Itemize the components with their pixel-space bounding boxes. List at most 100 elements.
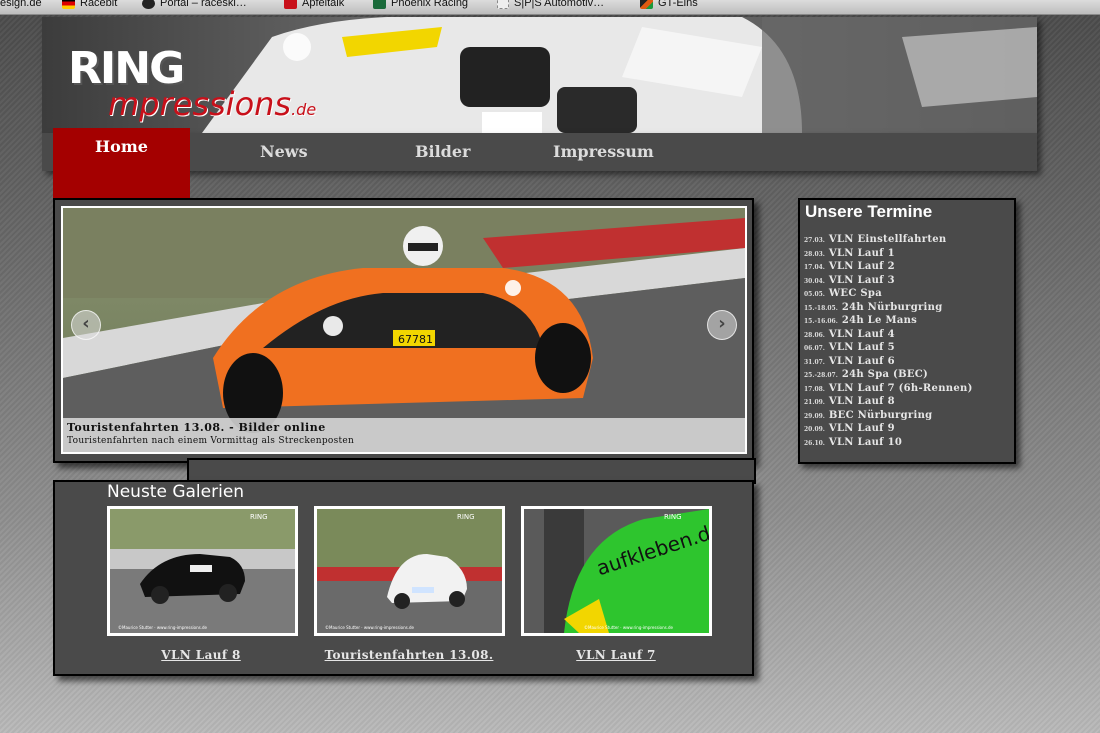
bookmark-label: S|P|S Automotiv… xyxy=(514,0,605,9)
list-item: 05.05. WEC Spa xyxy=(804,287,1010,301)
galleries-title: Neuste Galerien xyxy=(107,482,245,502)
gallery-photo: RING ©Maurice Stutter · www.ring-impress… xyxy=(317,509,502,633)
list-item: 28.06. VLN Lauf 4 xyxy=(804,328,1010,342)
termin-event: VLN Lauf 3 xyxy=(828,274,895,286)
nav-bilder[interactable]: Bilder xyxy=(415,133,470,171)
termin-date: 05.05. xyxy=(804,291,825,298)
thumb-watermark: ©Maurice Stutter · www.ring-impressions.… xyxy=(118,625,208,630)
termin-event: VLN Lauf 6 xyxy=(828,355,895,367)
chevron-left-icon: ‹ xyxy=(82,313,90,334)
list-item: 27.03. VLN Einstellfahrten xyxy=(804,233,1010,247)
termin-event: VLN Lauf 10 xyxy=(828,436,903,448)
list-item: 30.04. VLN Lauf 3 xyxy=(804,274,1010,288)
termine-panel: Unsere Termine 27.03. VLN Einstellfahrten… xyxy=(798,198,1016,464)
galleries-panel: Neuste Galerien RING ©Maurice Stutter · … xyxy=(53,480,754,676)
termin-event: 24h Le Mans xyxy=(841,315,918,326)
list-item: 31.07. VLN Lauf 6 xyxy=(804,355,1010,369)
termin-date: 28.03. xyxy=(804,250,825,258)
bookmark-racebit[interactable]: Racebit xyxy=(62,0,117,9)
termine-list: 27.03. VLN Einstellfahrten 28.03. VLN Lauf… xyxy=(804,233,1010,449)
gallery-thumb-vln-lauf-7[interactable]: aufkleben.de RING ©Maurice Stutter · www… xyxy=(521,506,712,636)
slide-image[interactable]: 67781 ‹ › Touristenfahrten 13.08. - Bild… xyxy=(61,206,747,454)
termin-date: 27.03. xyxy=(804,237,825,244)
slide-caption-title[interactable]: Touristenfahrten 13.08. - Bilder online xyxy=(67,421,326,434)
site-logo[interactable]: RING mpressions.de xyxy=(68,47,398,125)
termin-event: BEC Nürburgring xyxy=(828,409,933,421)
featured-slider: 67781 ‹ › Touristenfahrten 13.08. - Bild… xyxy=(53,198,754,463)
german-flag-icon xyxy=(62,0,75,9)
page-icon xyxy=(497,0,509,9)
list-item: 26.10. VLN Lauf 10 xyxy=(804,436,1010,450)
gallery-link-touristenfahrten[interactable]: Touristenfahrten 13.08. xyxy=(309,648,509,662)
main-nav: News Bilder Impressum xyxy=(42,133,1037,171)
thumb-logo: RING xyxy=(250,513,268,521)
termin-date: 15.-18.05. xyxy=(804,304,838,312)
gallery-link-vln-lauf-7[interactable]: VLN Lauf 7 xyxy=(516,648,716,662)
termin-event: VLN Lauf 7 (6h-Rennen) xyxy=(828,382,973,394)
bookmark-sps-automotive[interactable]: S|P|S Automotiv… xyxy=(497,0,604,9)
bookmark-gt-eins[interactable]: GT-Eins xyxy=(640,0,698,9)
bookmark-portal[interactable]: Portal – raceski… xyxy=(142,0,247,9)
termin-event: VLN Lauf 5 xyxy=(828,342,895,353)
thumb-logo: RING xyxy=(664,513,682,521)
gallery-thumb-vln-lauf-8[interactable]: RING ©Maurice Stutter · www.ring-impress… xyxy=(107,506,298,636)
termin-event: VLN Lauf 2 xyxy=(828,261,895,272)
thumb-watermark: ©Maurice Stutter · www.ring-impressions.… xyxy=(584,625,674,630)
termin-event: VLN Lauf 8 xyxy=(828,396,895,407)
gallery-link-vln-lauf-8[interactable]: VLN Lauf 8 xyxy=(101,648,301,662)
bookmark-label: Portal – raceski… xyxy=(160,0,247,9)
logo-tld: .de xyxy=(291,100,317,119)
termin-event: VLN Lauf 9 xyxy=(828,423,895,434)
list-item: 06.07. VLN Lauf 5 xyxy=(804,341,1010,355)
termin-date: 30.04. xyxy=(804,277,825,285)
nav-home[interactable]: Home xyxy=(53,128,190,198)
list-item: 20.09. VLN Lauf 9 xyxy=(804,422,1010,436)
bookmark-label: Racebit xyxy=(80,0,118,9)
bookmark-apfeltalk[interactable]: Apfeltalk xyxy=(284,0,344,9)
gallery-photo: RING ©Maurice Stutter · www.ring-impress… xyxy=(110,509,295,633)
bookmarks-bar: esign.de Racebit Portal – raceski… Apfel… xyxy=(0,0,1100,15)
chevron-right-icon: › xyxy=(718,313,726,334)
slider-prev-button[interactable]: ‹ xyxy=(71,310,101,340)
site-header: RING mpressions.de xyxy=(42,17,1037,133)
bookmark-label: esign.de xyxy=(0,0,42,9)
flame-icon xyxy=(640,0,653,9)
termin-event: VLN Lauf 1 xyxy=(828,247,895,259)
termin-event: VLN Einstellfahrten xyxy=(828,234,947,245)
thumb-logo: RING xyxy=(457,513,475,521)
license-plate: 67781 xyxy=(398,333,433,346)
bookmark-esign[interactable]: esign.de xyxy=(0,0,42,9)
termin-date: 17.08. xyxy=(804,385,825,393)
termin-date: 25.-28.07. xyxy=(804,372,838,379)
slide-caption-description: Touristenfahrten nach einem Vormittag al… xyxy=(67,436,355,446)
termin-date: 17.04. xyxy=(804,264,825,271)
slider-next-button[interactable]: › xyxy=(707,310,737,340)
termin-date: 15.-16.06. xyxy=(804,318,838,325)
termin-date: 26.10. xyxy=(804,439,825,447)
termin-date: 28.06. xyxy=(804,331,825,339)
gallery-thumb-touristenfahrten[interactable]: RING ©Maurice Stutter · www.ring-impress… xyxy=(314,506,505,636)
nav-news[interactable]: News xyxy=(260,133,308,171)
termin-event: VLN Lauf 4 xyxy=(828,328,895,340)
logo-impressions: mpressions xyxy=(108,85,292,123)
list-item: 15.-16.06. 24h Le Mans xyxy=(804,314,1010,328)
termin-date: 06.07. xyxy=(804,345,825,352)
bookmark-label: Phoenix Racing xyxy=(391,0,469,9)
list-item: 15.-18.05. 24h Nürburgring xyxy=(804,301,1010,315)
bookmark-label: Apfeltalk xyxy=(302,0,345,9)
nav-impressum[interactable]: Impressum xyxy=(553,133,654,171)
list-item: 29.09. BEC Nürburgring xyxy=(804,409,1010,423)
termin-date: 29.09. xyxy=(804,412,825,420)
gear-icon xyxy=(142,0,155,9)
p-icon xyxy=(373,0,386,9)
bookmark-phoenix-racing[interactable]: Phoenix Racing xyxy=(373,0,468,9)
termin-event: 24h Spa (BEC) xyxy=(841,369,929,380)
termin-event: 24h Nürburgring xyxy=(841,301,943,313)
list-item: 25.-28.07. 24h Spa (BEC) xyxy=(804,368,1010,382)
thumb-watermark: ©Maurice Stutter · www.ring-impressions.… xyxy=(325,625,415,630)
termin-event: WEC Spa xyxy=(828,288,882,299)
slide-photo: 67781 xyxy=(63,208,745,452)
list-item: 17.04. VLN Lauf 2 xyxy=(804,260,1010,274)
termine-title: Unsere Termine xyxy=(805,202,933,221)
termin-date: 21.09. xyxy=(804,399,825,406)
